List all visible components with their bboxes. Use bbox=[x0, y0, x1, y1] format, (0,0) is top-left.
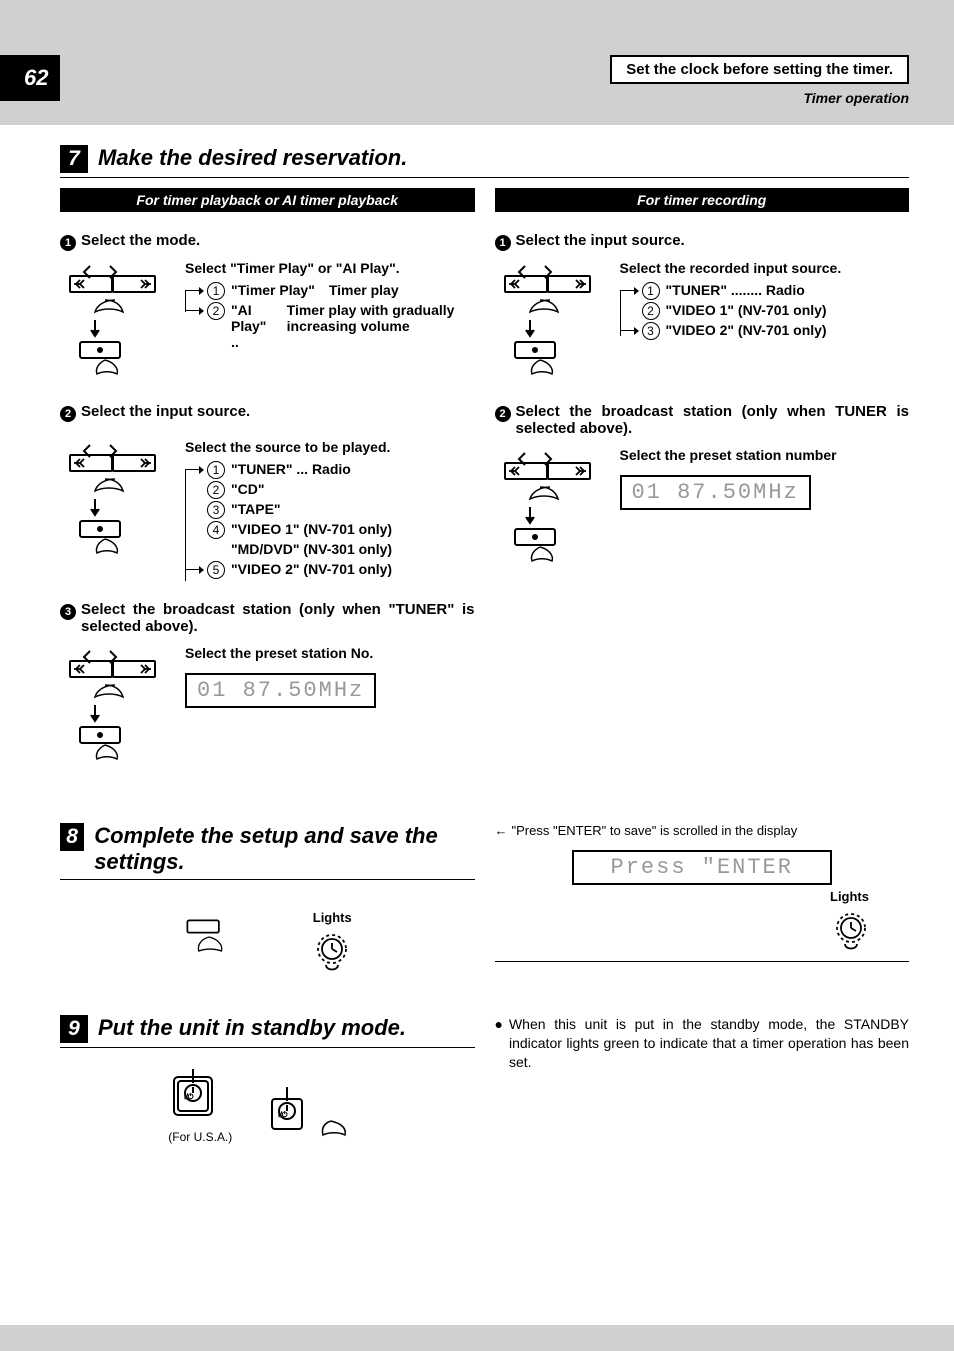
lcd-display: 01 87.50MHz bbox=[620, 475, 811, 510]
opt1-desc: Timer play bbox=[329, 282, 399, 300]
step9-title: Put the unit in standby mode. bbox=[98, 1015, 406, 1041]
step8: 8 Complete the setup and save the settin… bbox=[60, 823, 909, 980]
right-substep2: 2 Select the broadcast station (only whe… bbox=[495, 403, 910, 570]
page-number: 62 bbox=[0, 55, 60, 101]
usa-label: (For U.S.A.) bbox=[168, 1130, 232, 1144]
r-s1-heading: Select the recorded input source. bbox=[620, 260, 910, 276]
arrow-left-icon: ← bbox=[495, 823, 508, 838]
s2-o5: "VIDEO 2" (NV-701 only) bbox=[231, 561, 392, 579]
substep-num-2: 2 bbox=[495, 406, 511, 422]
header-subtitle: Timer operation bbox=[0, 90, 909, 106]
step-number-box: 7 bbox=[60, 145, 88, 173]
substep2-title: Select the input source. bbox=[81, 403, 250, 420]
r-substep1-title: Select the input source. bbox=[516, 232, 685, 249]
s1-heading: Select "Timer Play" or "AI Play". bbox=[185, 260, 475, 276]
r-substep2-title: Select the broadcast station (only when … bbox=[516, 403, 910, 437]
substep-num-1: 1 bbox=[60, 235, 76, 251]
lights-indicator-right: Lights bbox=[495, 889, 910, 957]
power-button-icon: I/⏻ bbox=[168, 1063, 218, 1123]
left-substep3: 3 Select the broadcast station (only whe… bbox=[60, 601, 475, 768]
step8-header: 8 Complete the setup and save the settin… bbox=[60, 823, 475, 880]
power-button-icon: I/⏻ bbox=[262, 1081, 312, 1141]
opt2-label: "AI Play" .. bbox=[231, 302, 277, 350]
opt2-icon: 2 bbox=[207, 302, 225, 320]
lcd-display: Press "ENTER bbox=[572, 850, 832, 885]
s3-heading: Select the preset station No. bbox=[185, 645, 475, 661]
step7-title: Make the desired reservation. bbox=[98, 145, 407, 171]
right-substep1: 1 Select the input source. bbox=[495, 232, 910, 383]
s2-o1: "TUNER" ... Radio bbox=[231, 461, 351, 479]
main-content: Application section 7 Make the desired r… bbox=[0, 125, 954, 1325]
s2-o3: "TAPE" bbox=[231, 501, 281, 519]
remote-icon bbox=[60, 645, 170, 768]
remote-icon bbox=[495, 447, 605, 570]
lcd-display: 01 87.50MHz bbox=[185, 673, 376, 708]
hand-icon bbox=[316, 1115, 366, 1141]
header-right: Set the clock before setting the timer. … bbox=[0, 55, 909, 106]
bullet-text: When this unit is put in the standby mod… bbox=[509, 1015, 909, 1072]
lights-label: Lights bbox=[313, 910, 352, 925]
substep-num-1: 1 bbox=[495, 235, 511, 251]
page-header: 62 Set the clock before setting the time… bbox=[0, 0, 954, 110]
remote-icon bbox=[60, 439, 170, 581]
step9: 9 Put the unit in standby mode. I/⏻ (For… bbox=[60, 1015, 909, 1144]
svg-text:I/⏻: I/⏻ bbox=[278, 1111, 288, 1119]
playback-header: For timer playback or AI timer playback bbox=[60, 188, 475, 212]
substep-num-2: 2 bbox=[60, 406, 76, 422]
scroll-note: ← "Press "ENTER" to save" is scrolled in… bbox=[495, 823, 910, 838]
page: 62 Set the clock before setting the time… bbox=[0, 0, 954, 1351]
s2-o4a: "VIDEO 1" (NV-701 only) bbox=[231, 521, 392, 539]
r-s2-heading: Select the preset station number bbox=[620, 447, 910, 463]
substep3-title: Select the broadcast station (only when … bbox=[81, 601, 475, 635]
clock-note: Set the clock before setting the timer. bbox=[610, 55, 909, 84]
step8-num: 8 bbox=[66, 825, 78, 849]
lights-indicator: Lights bbox=[313, 910, 352, 978]
substep-num-3: 3 bbox=[60, 604, 76, 620]
step7-header: 7 Make the desired reservation. bbox=[60, 145, 909, 178]
r-s1-o2: "VIDEO 1" (NV-701 only) bbox=[666, 302, 827, 320]
remote-icon bbox=[495, 260, 605, 383]
remote-icon bbox=[60, 260, 170, 383]
step8-title: Complete the setup and save the settings… bbox=[94, 823, 474, 875]
svg-text:I/⏻: I/⏻ bbox=[184, 1093, 194, 1101]
r-s1-o3: "VIDEO 2" (NV-701 only) bbox=[666, 322, 827, 340]
standby-note: ● When this unit is put in the standby m… bbox=[495, 1015, 910, 1072]
recording-header: For timer recording bbox=[495, 188, 910, 212]
lights-label-right: Lights bbox=[495, 889, 870, 904]
step7-columns: For timer playback or AI timer playback … bbox=[60, 188, 909, 788]
left-substep1: 1 Select the mode. bbox=[60, 232, 475, 383]
opt1-label: "Timer Play" bbox=[231, 282, 315, 300]
bullet-icon: ● bbox=[495, 1015, 503, 1072]
playback-column: For timer playback or AI timer playback … bbox=[60, 188, 475, 788]
opt2-desc: Timer play with gradually increasing vol… bbox=[287, 302, 475, 350]
standby-icons: I/⏻ (For U.S.A.) I/⏻ bbox=[60, 1063, 475, 1144]
s2-o2: "CD" bbox=[231, 481, 265, 499]
r-s1-o1: "TUNER" ........ Radio bbox=[666, 282, 805, 300]
step-number: 7 bbox=[68, 147, 80, 171]
s2-heading: Select the source to be played. bbox=[185, 439, 475, 455]
hand-press-icon bbox=[183, 916, 253, 963]
left-substep2: 2 Select the input source. bbox=[60, 403, 475, 581]
scroll-text: "Press "ENTER" to save" is scrolled in t… bbox=[512, 823, 798, 838]
opt1-icon: 1 bbox=[207, 282, 225, 300]
s2-o4b: "MD/DVD" (NV-301 only) bbox=[231, 541, 392, 559]
step9-header: 9 Put the unit in standby mode. bbox=[60, 1015, 475, 1048]
substep1-title: Select the mode. bbox=[81, 232, 200, 249]
step7: 7 Make the desired reservation. For time… bbox=[60, 145, 909, 788]
step9-num: 9 bbox=[68, 1017, 80, 1041]
recording-column: For timer recording 1 Select the input s… bbox=[495, 188, 910, 788]
